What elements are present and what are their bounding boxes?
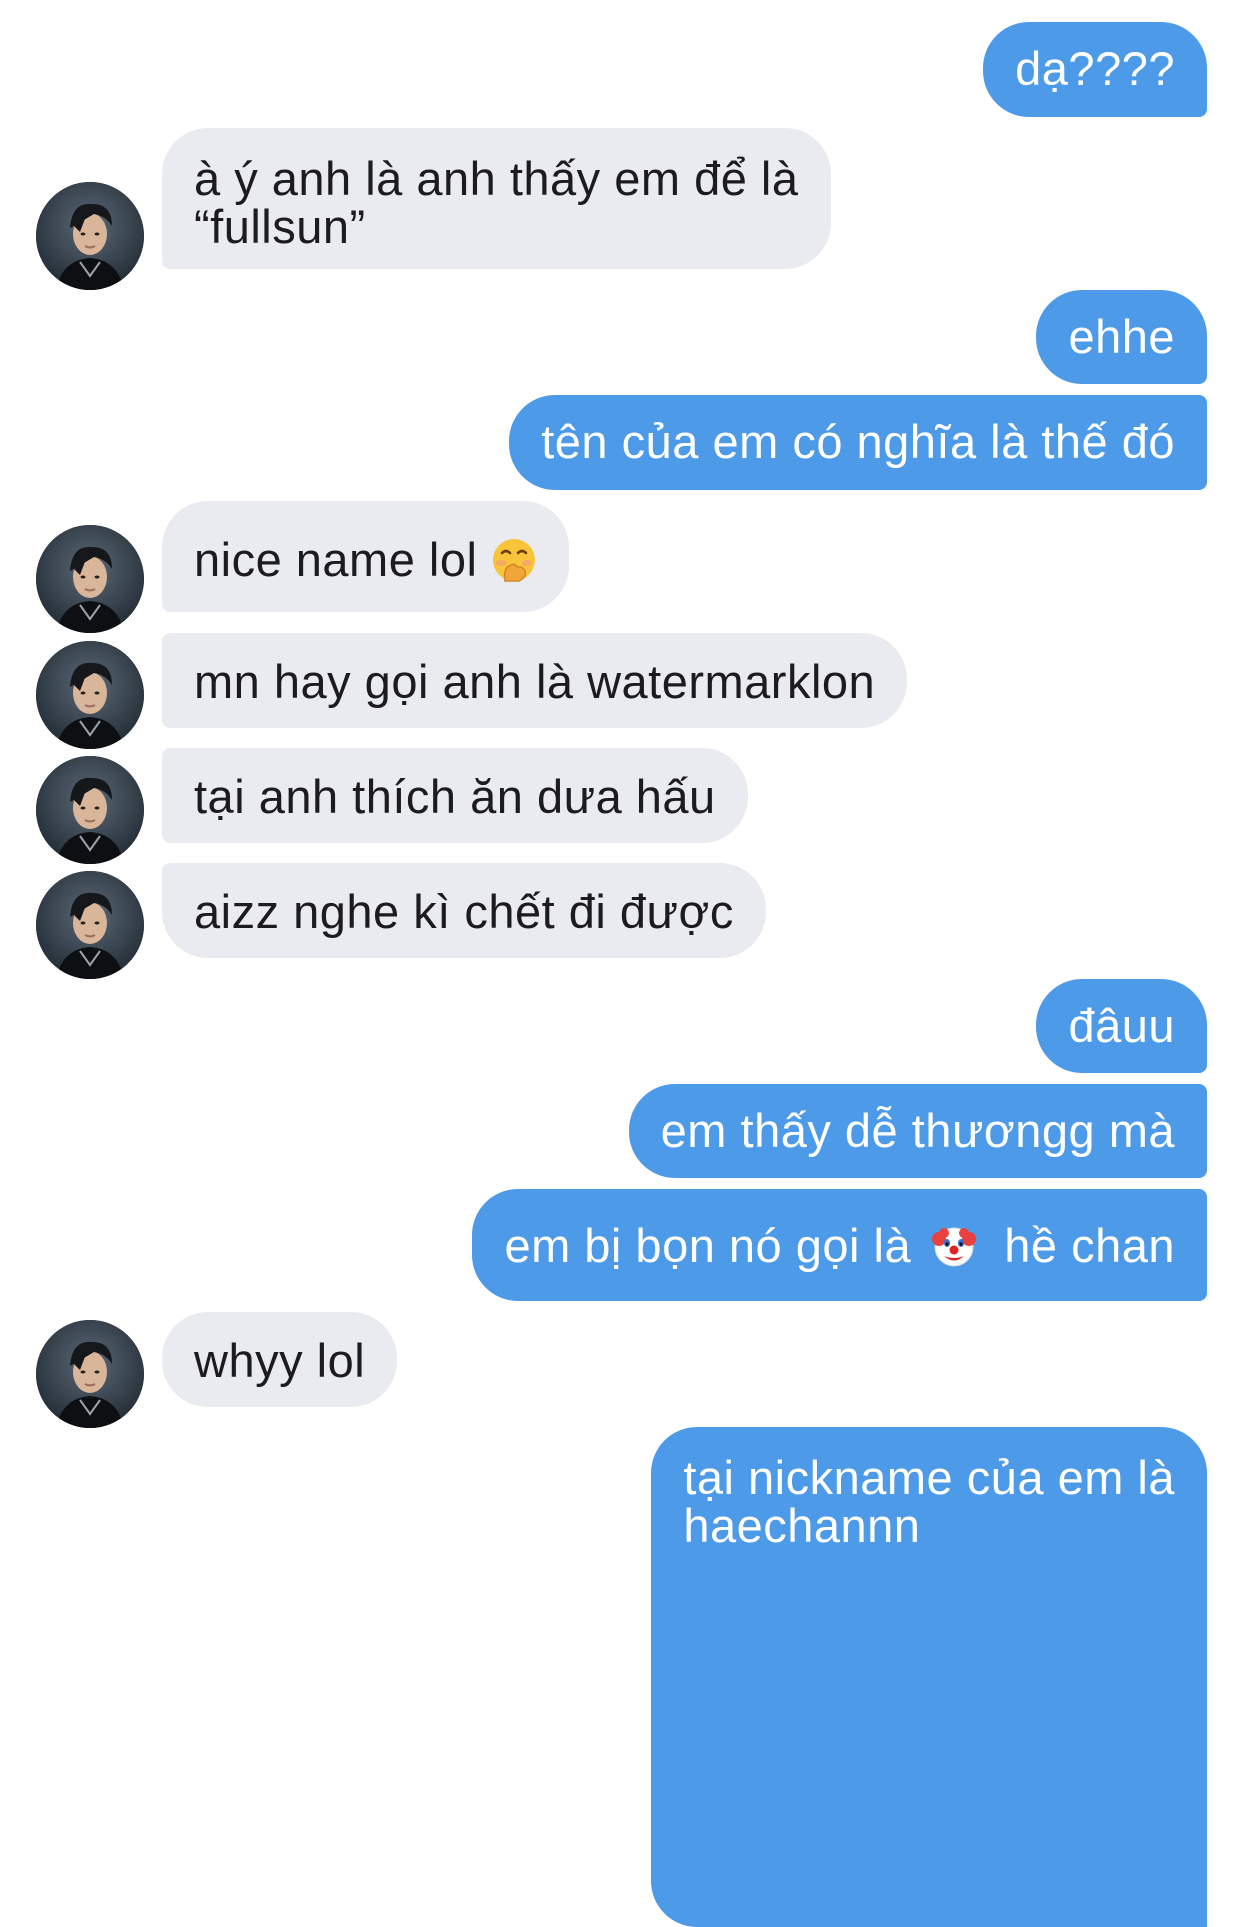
contact-avatar[interactable] — [36, 756, 144, 864]
message-text: whyy lol — [194, 1334, 366, 1387]
message-text-wrap: em bị bọn nó gọi là hề chan — [504, 1217, 1175, 1275]
outgoing-message-bubble[interactable]: đâuu — [1036, 979, 1207, 1073]
contact-avatar[interactable] — [36, 182, 144, 290]
message-text: mn hay gọi anh là watermarklon — [194, 655, 876, 708]
message-text: aizz nghe kì chết đi được — [194, 885, 734, 938]
avatar-photo-icon — [36, 871, 144, 979]
incoming-message-bubble[interactable]: à ý anh là anh thấy em để là “fullsun” — [162, 128, 831, 269]
contact-avatar[interactable] — [36, 1320, 144, 1428]
outgoing-message-bubble[interactable]: em bị bọn nó gọi là hề chan — [472, 1189, 1207, 1301]
avatar-photo-icon — [36, 756, 144, 864]
avatar-photo-icon — [36, 1320, 144, 1428]
outgoing-message-bubble[interactable]: tên của em có nghĩa là thế đó — [509, 395, 1207, 490]
message-text: em bị bọn nó gọi là — [504, 1219, 912, 1272]
outgoing-message-bubble[interactable]: dạ???? — [983, 22, 1207, 117]
message-text: dạ???? — [1015, 42, 1175, 95]
message-text: tên của em có nghĩa là thế đó — [541, 415, 1175, 468]
message-text: đâuu — [1068, 999, 1175, 1052]
message-text-wrap: nice name lol — [194, 531, 537, 589]
incoming-message-bubble[interactable]: tại anh thích ăn dưa hấu — [162, 748, 748, 843]
contact-avatar[interactable] — [36, 641, 144, 749]
incoming-message-bubble[interactable]: whyy lol — [162, 1312, 398, 1407]
avatar-photo-icon — [36, 182, 144, 290]
clown-face-emoji-icon — [931, 1223, 977, 1269]
outgoing-message-bubble[interactable]: ehhe — [1036, 290, 1207, 384]
message-text-after-emoji: hề chan — [1004, 1219, 1175, 1272]
chat-thread: dạ???? à ý anh là anh thấy em để là “ful… — [0, 0, 1242, 1927]
avatar-photo-icon — [36, 525, 144, 633]
contact-avatar[interactable] — [36, 525, 144, 633]
hand-over-mouth-emoji-icon — [491, 537, 537, 583]
message-text: tại anh thích ăn dưa hấu — [194, 770, 716, 823]
outgoing-message-bubble[interactable]: em thấy dễ thươngg mà — [628, 1084, 1207, 1178]
message-text: nice name lol — [194, 533, 478, 586]
incoming-message-bubble[interactable]: mn hay gọi anh là watermarklon — [162, 633, 908, 728]
avatar-photo-icon — [36, 641, 144, 749]
incoming-message-bubble[interactable]: nice name lol — [162, 501, 569, 612]
contact-avatar[interactable] — [36, 871, 144, 979]
outgoing-message-bubble[interactable]: tại nickname của em là haechannn — [651, 1427, 1207, 1927]
message-text: ehhe — [1068, 310, 1175, 363]
incoming-message-bubble[interactable]: aizz nghe kì chết đi được — [162, 863, 766, 958]
message-text: em thấy dễ thươngg mà — [660, 1104, 1175, 1157]
